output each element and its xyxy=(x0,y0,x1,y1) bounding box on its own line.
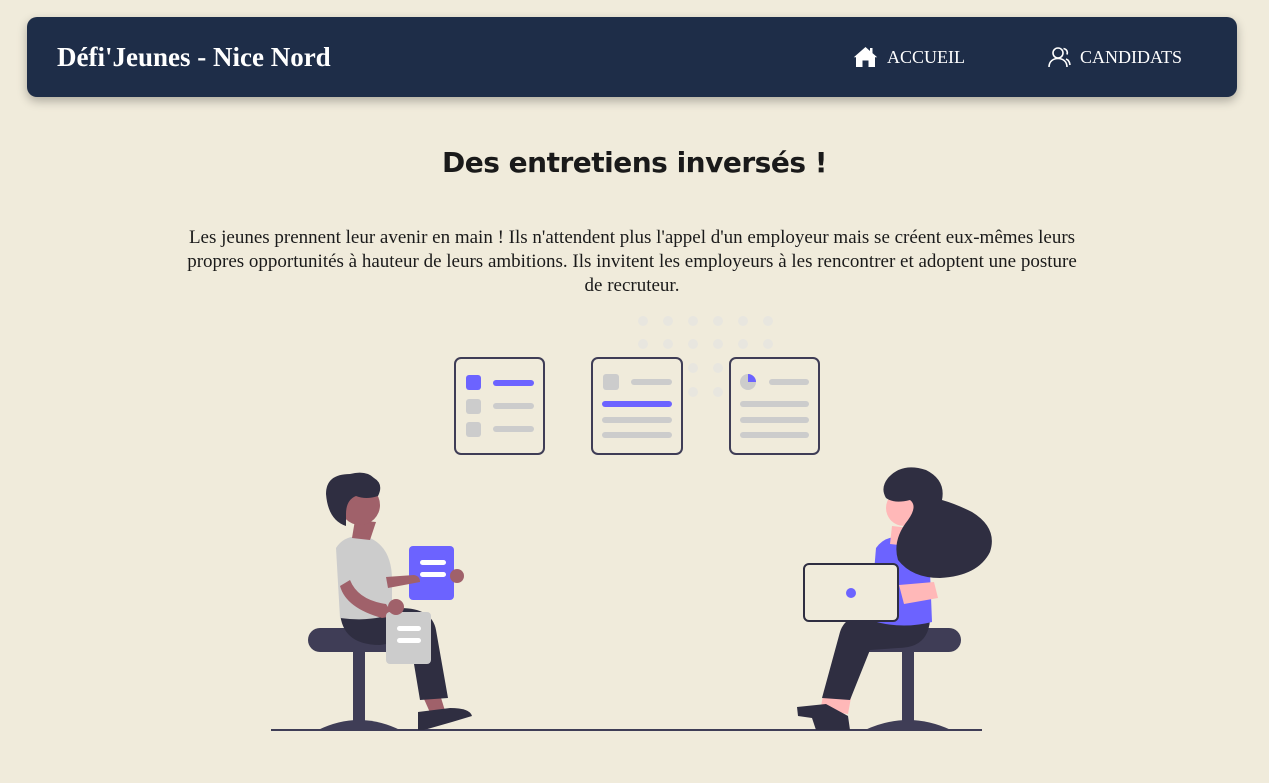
left-person xyxy=(326,472,472,730)
interview-illustration xyxy=(271,316,992,731)
profile-card-2 xyxy=(591,357,683,455)
profile-card-3 xyxy=(729,357,820,455)
profile-card-1 xyxy=(454,357,545,455)
right-person xyxy=(797,467,992,730)
